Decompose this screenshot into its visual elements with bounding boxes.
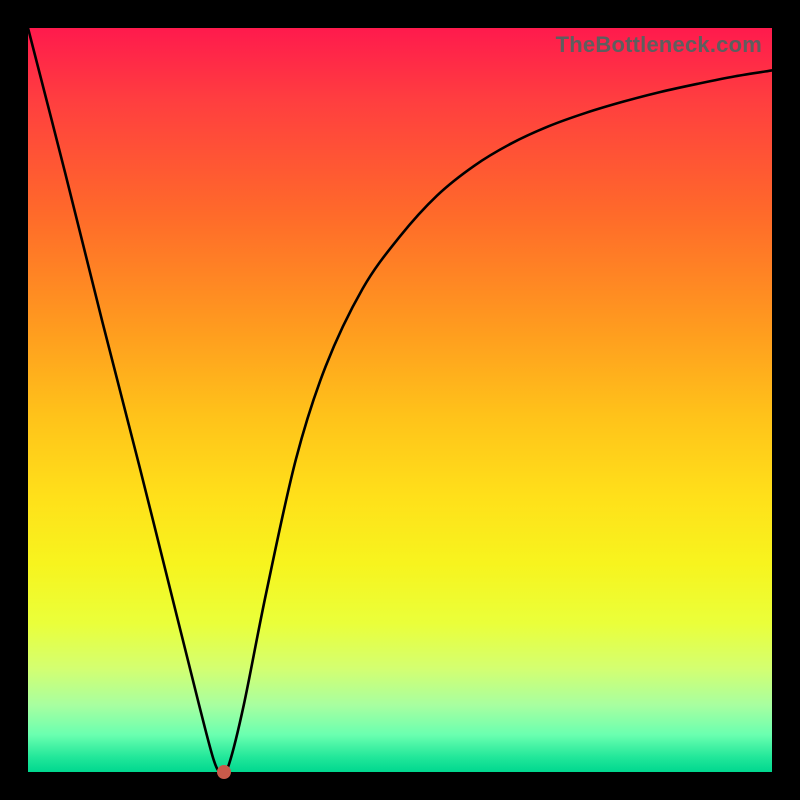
chart-frame: TheBottleneck.com [0, 0, 800, 800]
plot-area: TheBottleneck.com [28, 28, 772, 772]
bottleneck-curve [28, 28, 772, 772]
curve-svg [28, 28, 772, 772]
optimum-marker-dot [217, 765, 231, 779]
